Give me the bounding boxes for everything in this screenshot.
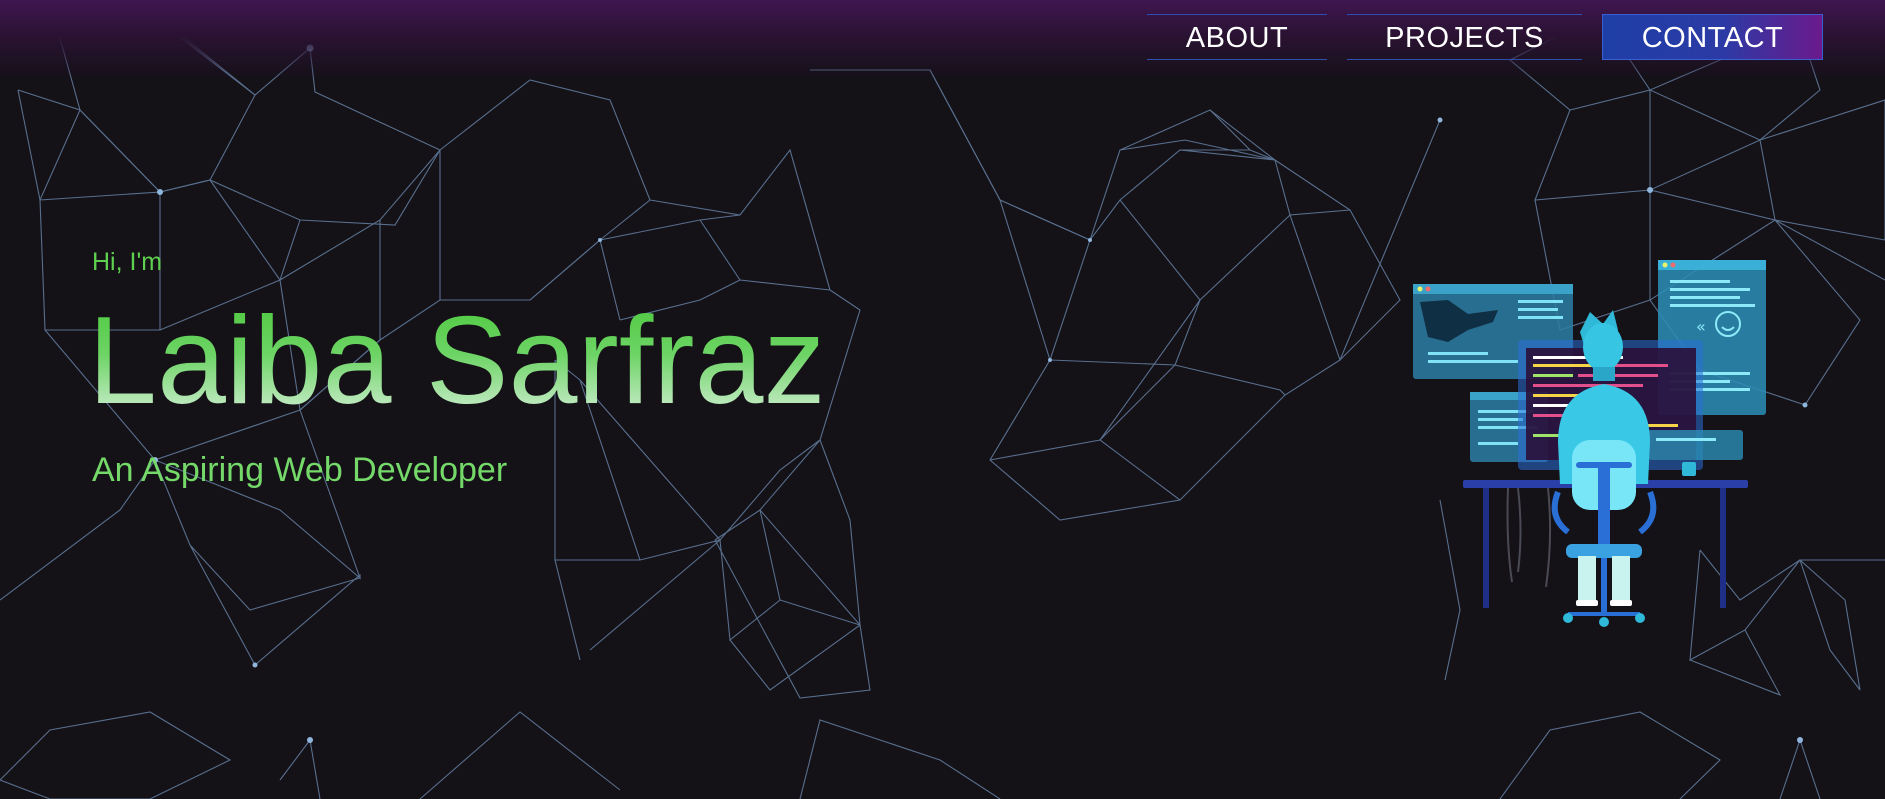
nav-about-link[interactable]: ABOUT [1147,14,1327,60]
svg-text:«: « [1696,317,1706,336]
hero-name: Laiba Sarfraz [88,292,826,430]
hero-greeting: Hi, I'm [92,248,163,276]
hero-intro: Hi, I'm Laiba Sarfraz An Aspiring Web De… [88,248,826,490]
nav-contact-link[interactable]: CONTACT [1602,14,1823,60]
hero-tagline: An Aspiring Web Developer [92,451,508,489]
developer-at-desk-illustration: « [1413,260,1766,627]
portfolio-page: ABOUT PROJECTS CONTACT Hi, I'm Laiba Sar… [0,0,1885,799]
nav-projects-link[interactable]: PROJECTS [1347,14,1582,60]
